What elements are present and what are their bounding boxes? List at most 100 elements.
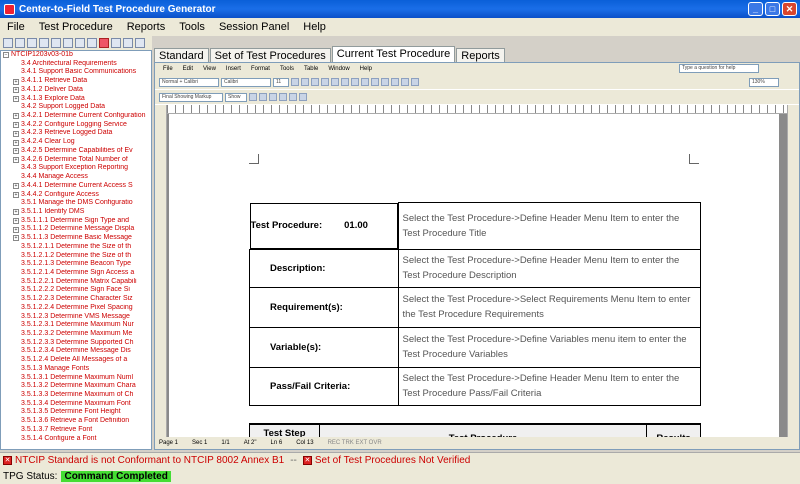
comment-icon[interactable]	[289, 93, 297, 101]
tree-icon[interactable]	[87, 38, 97, 48]
tree-item[interactable]: 3.5.1.2.2.3 Determine Character Siz	[1, 295, 151, 304]
align-left-icon[interactable]	[321, 78, 329, 86]
expand-icon[interactable]: +	[13, 183, 19, 190]
requirements-value[interactable]: Select the Test Procedure->Select Requir…	[397, 286, 701, 328]
word-menu-tools[interactable]: Tools	[280, 66, 294, 72]
procedure-title-value[interactable]: Select the Test Procedure->Define Header…	[397, 202, 701, 250]
tree-item[interactable]: 3.4.1 Support Basic Communications	[1, 68, 151, 77]
tree-item[interactable]: +3.5.1.1.3 Determine Basic Message	[1, 234, 151, 243]
tree-item[interactable]: +3.5.1.1 Identify DMS	[1, 208, 151, 217]
new-icon[interactable]	[3, 38, 13, 48]
expand-icon[interactable]: +	[13, 235, 19, 242]
tree-item[interactable]: 3.5.1.3.7 Retrieve Font	[1, 426, 151, 435]
tree-item[interactable]: 3.5.1.3.2 Determine Maximum Chara	[1, 382, 151, 391]
menu-test-procedure[interactable]: Test Procedure	[32, 21, 120, 33]
undo-icon[interactable]	[401, 78, 409, 86]
tree-item[interactable]: 3.5.1.2.3.3 Determine Supported Ch	[1, 339, 151, 348]
tree-item[interactable]: 3.5.1.2.1.2 Determine the Size of th	[1, 252, 151, 261]
tree-item[interactable]: +3.4.4.1 Determine Current Access S	[1, 182, 151, 191]
description-value[interactable]: Select the Test Procedure->Define Header…	[397, 248, 701, 288]
tree-item[interactable]: +3.4.2.5 Determine Capabilities of Ev	[1, 147, 151, 156]
tree-item[interactable]: +3.4.1.3 Explore Data	[1, 95, 151, 104]
tree-item[interactable]: 3.5.1.3.1 Determine Maximum Numl	[1, 374, 151, 383]
tree-item[interactable]: 3.5.1.2.3.1 Determine Maximum Nur	[1, 321, 151, 330]
tree-item[interactable]: 3.4.4 Manage Access	[1, 173, 151, 182]
delete-icon[interactable]	[99, 38, 109, 48]
edit-icon[interactable]	[75, 38, 85, 48]
zoom-select[interactable]: 130%	[749, 77, 779, 87]
document-page[interactable]: Test Procedure: 01.00 Select the Test Pr…	[169, 114, 779, 437]
style-select[interactable]: Normal + Calibri	[159, 77, 219, 87]
expand-icon[interactable]: +	[13, 148, 19, 155]
tab-reports[interactable]: Reports	[456, 48, 505, 62]
menu-reports[interactable]: Reports	[120, 21, 173, 33]
expand-icon[interactable]: +	[13, 122, 19, 129]
tree-item[interactable]: 3.4.2 Support Logged Data	[1, 103, 151, 112]
redo-icon[interactable]	[411, 78, 419, 86]
expand-icon[interactable]: +	[13, 226, 19, 233]
expand-icon[interactable]: +	[13, 156, 19, 163]
tree-item[interactable]: 3.5.1.2.3 Determine VMS Message	[1, 313, 151, 322]
tree-item[interactable]: 3.5.1.4 Configure a Font	[1, 435, 151, 444]
tree-item[interactable]: 3.5.1.2.1.1 Determine the Size of th	[1, 243, 151, 252]
pass-fail-value[interactable]: Select the Test Procedure->Define Header…	[397, 366, 701, 406]
tree-root[interactable]: − NTCIP1203v03-01b	[1, 51, 151, 60]
expand-icon[interactable]: +	[13, 209, 19, 216]
numbering-icon[interactable]	[361, 78, 369, 86]
menu-help[interactable]: Help	[296, 21, 333, 33]
tab-standard[interactable]: Standard	[154, 48, 209, 62]
expand-icon[interactable]: +	[13, 95, 19, 102]
underline-icon[interactable]	[311, 78, 319, 86]
vertical-scrollbar[interactable]	[787, 105, 799, 437]
collapse-icon[interactable]: −	[3, 52, 9, 59]
track-changes-icon[interactable]	[299, 93, 307, 101]
tree-item[interactable]: 3.5.1.2.1.3 Determine Beacon Type	[1, 260, 151, 269]
tree-item[interactable]: 3.5.1.2.2.4 Determine Pixel Spacing	[1, 304, 151, 313]
tree-item[interactable]: 3.5.1 Manage the DMS Configuratio	[1, 199, 151, 208]
font-color-icon[interactable]	[371, 78, 379, 86]
expand-icon[interactable]: +	[13, 130, 19, 137]
tree-item[interactable]: 3.5.1.3.6 Retrieve a Font Definition	[1, 417, 151, 426]
align-right-icon[interactable]	[341, 78, 349, 86]
word-menu-insert[interactable]: Insert	[226, 66, 241, 72]
font-select[interactable]: Calibri	[221, 77, 271, 87]
tree-item[interactable]: 3.5.1.3.5 Determine Font Height	[1, 408, 151, 417]
word-menu-window[interactable]: Window	[328, 66, 349, 72]
tree-item[interactable]: 3.5.1.2.1.4 Determine Sign Access a	[1, 269, 151, 278]
tree-item[interactable]: +3.4.2.3 Retrieve Logged Data	[1, 129, 151, 138]
tree-item[interactable]: +3.4.2.6 Determine Total Number of	[1, 156, 151, 165]
open-icon[interactable]	[15, 38, 25, 48]
tree-item[interactable]: +3.4.2.4 Clear Log	[1, 138, 151, 147]
accept-change-icon[interactable]	[269, 93, 277, 101]
variables-value[interactable]: Select the Test Procedure->Define Variab…	[397, 326, 701, 368]
tree-item[interactable]: 3.5.1.2.3.2 Determine Maximum Me	[1, 330, 151, 339]
expand-icon[interactable]: +	[13, 78, 19, 85]
tree-item[interactable]: +3.4.1.1 Retrieve Data	[1, 77, 151, 86]
tree-item[interactable]: +3.4.4.2 Configure Access	[1, 191, 151, 200]
expand-icon[interactable]: +	[13, 218, 19, 225]
bullets-icon[interactable]	[351, 78, 359, 86]
tree-item[interactable]: +3.4.2.2 Configure Logging Service	[1, 121, 151, 130]
word-menu-table[interactable]: Table	[304, 66, 318, 72]
expand-icon[interactable]: +	[13, 113, 19, 120]
word-menu-help[interactable]: Help	[360, 66, 372, 72]
tab-current-test-procedure[interactable]: Current Test Procedure	[331, 46, 456, 62]
expand-icon[interactable]: +	[13, 139, 19, 146]
word-menu-view[interactable]: View	[203, 66, 216, 72]
tree-item[interactable]: +3.5.1.1.1 Determine Sign Type and	[1, 217, 151, 226]
expand-icon[interactable]: +	[13, 191, 19, 198]
conformance-error[interactable]: NTCIP Standard is not Conformant to NTCI…	[15, 455, 284, 466]
menu-file[interactable]: File	[0, 21, 32, 33]
tree-item[interactable]: 3.5.1.3.3 Determine Maximum of Ch	[1, 391, 151, 400]
tree-item[interactable]: 3.4.3 Support Exception Reporting	[1, 164, 151, 173]
copy-icon[interactable]	[39, 38, 49, 48]
align-center-icon[interactable]	[331, 78, 339, 86]
reject-change-icon[interactable]	[279, 93, 287, 101]
word-menu-file[interactable]: File	[163, 66, 173, 72]
show-select[interactable]: Show	[225, 92, 247, 102]
maximize-button[interactable]: □	[765, 2, 780, 16]
word-menu-format[interactable]: Format	[251, 66, 270, 72]
tree-item[interactable]: +3.5.1.1.2 Determine Message Displa	[1, 225, 151, 234]
tree-item[interactable]: 3.5.1.3.4 Determine Maximum Font	[1, 400, 151, 409]
tree-item[interactable]: +3.4.1.2 Deliver Data	[1, 86, 151, 95]
